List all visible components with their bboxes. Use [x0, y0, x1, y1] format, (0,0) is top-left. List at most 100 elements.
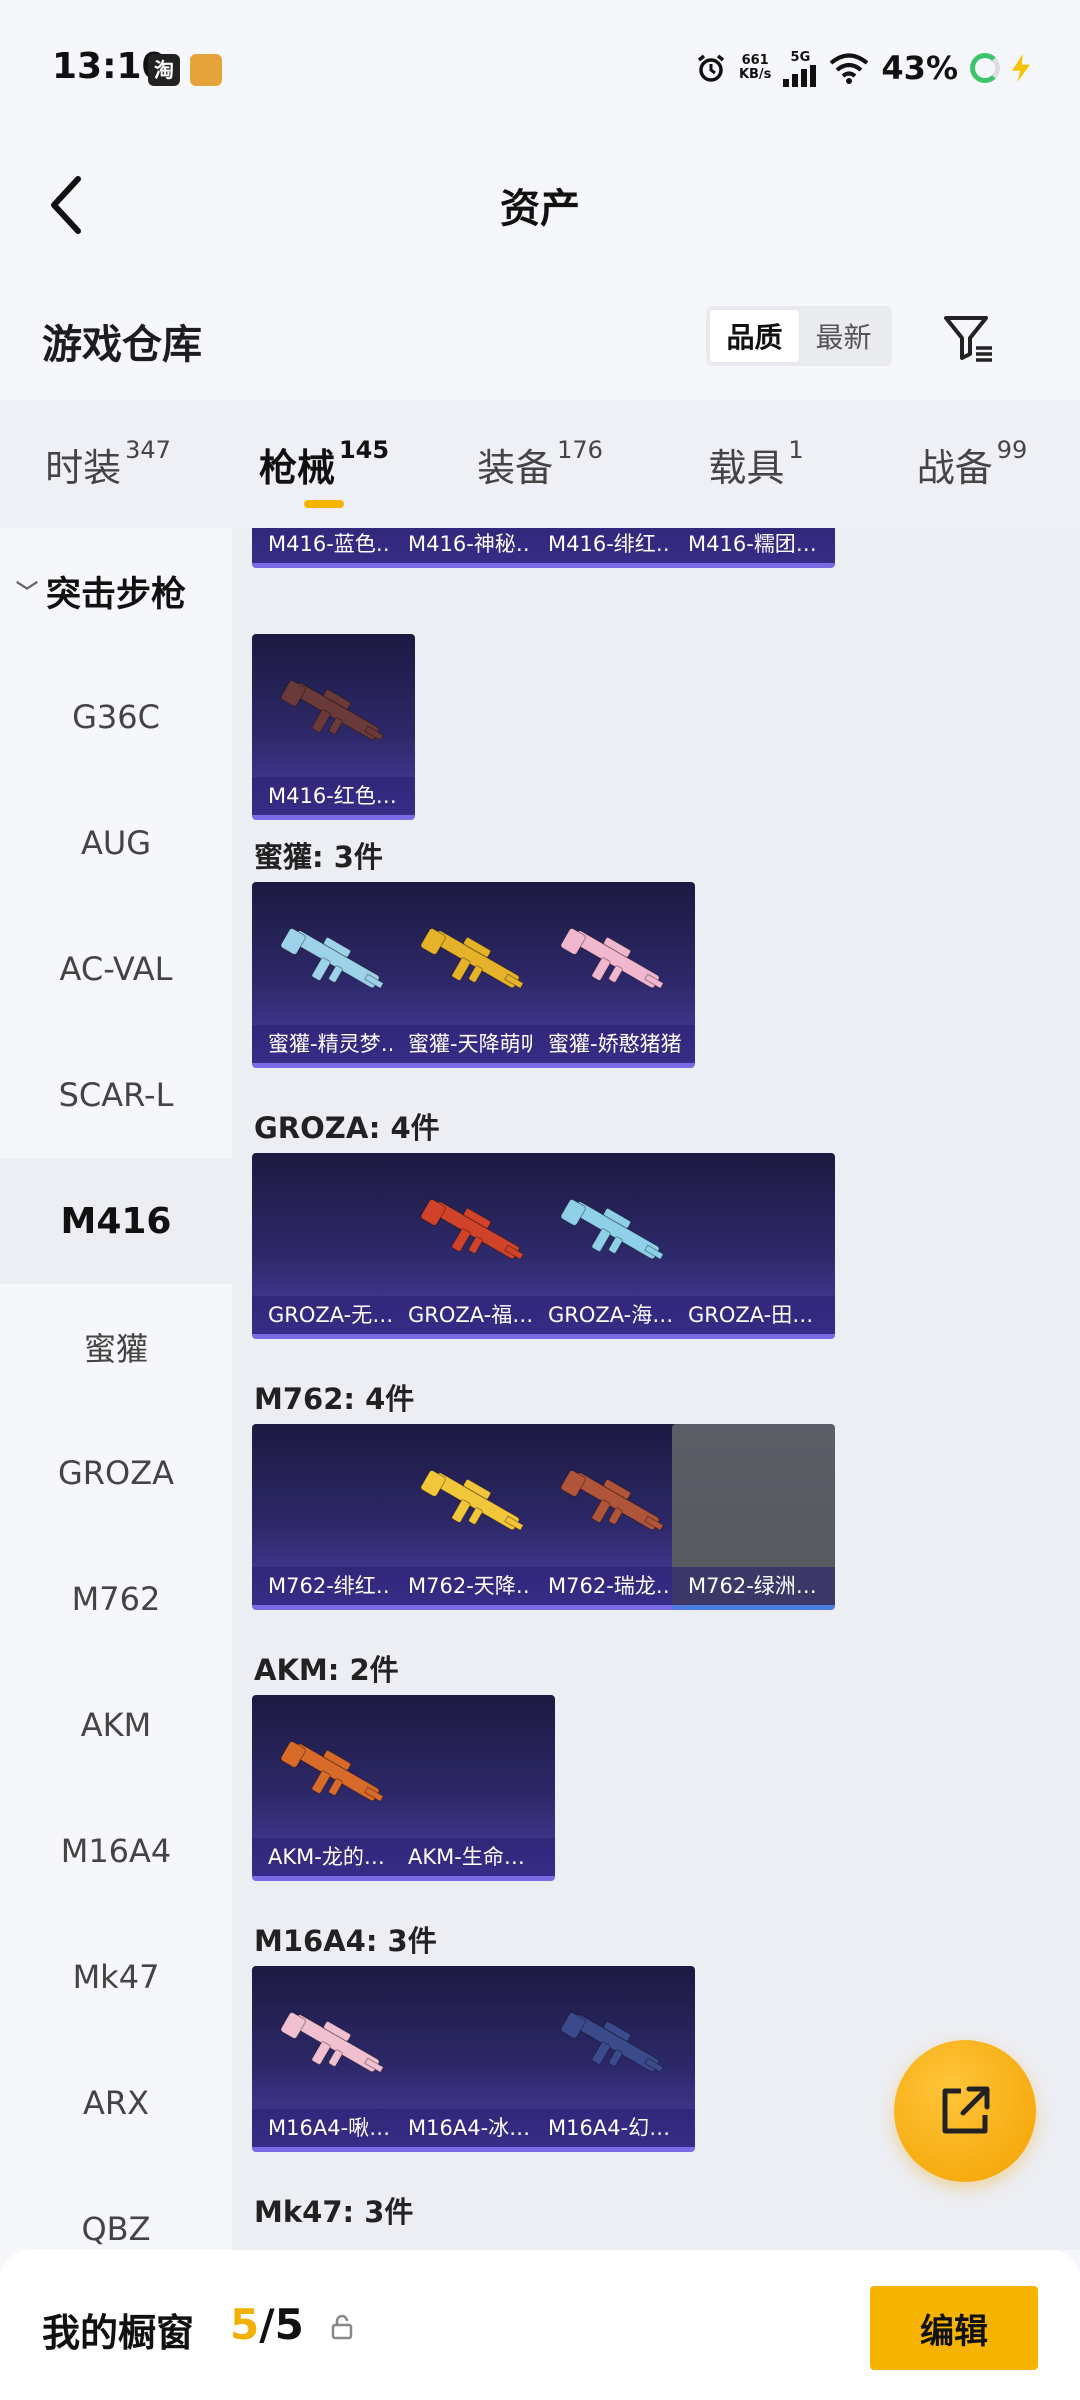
weapon-card[interactable]: AKM-龙的… — [252, 1695, 415, 1881]
weapon-card[interactable]: GROZA-福… — [392, 1153, 555, 1339]
taobao-app-icon: 淘 — [148, 54, 180, 86]
tab-weapons[interactable]: 枪械 145 — [216, 400, 432, 528]
section-heading: 蜜獾: 3件 — [254, 840, 383, 874]
gun-skin-icon — [280, 1741, 385, 1803]
warehouse-header: 游戏仓库 品质 最新 — [0, 270, 1080, 400]
weapon-grid: M416-蓝色… M416-神秘… M416-绯红… M416-糯团… M416-红色…… — [232, 528, 1080, 2250]
chevron-down-icon: ﹀ — [16, 581, 39, 606]
sidebar-item[interactable]: AUG — [0, 780, 232, 906]
section-heading: Mk47: 3件 — [254, 2195, 414, 2229]
sidebar-item[interactable]: QBZ — [0, 2166, 232, 2250]
sort-quality-button[interactable]: 品质 — [710, 310, 799, 362]
gun-skin-icon — [420, 1470, 525, 1532]
sidebar-item[interactable]: Mk47 — [0, 1914, 232, 2040]
weapon-card-label: M762-瑞龙… — [532, 1567, 695, 1605]
weapon-card[interactable]: M416-蓝色… — [252, 528, 415, 568]
battery-percent: 43% — [881, 49, 958, 87]
weapon-card-label: M416-红色… — [252, 777, 415, 815]
alarm-icon — [697, 54, 725, 82]
filter-button[interactable] — [940, 310, 996, 366]
sidebar-group-label: 突击步枪 — [46, 574, 187, 615]
weapon-card-label: AKM-龙的… — [252, 1838, 415, 1876]
section-heading: M762: 4件 — [254, 1382, 415, 1416]
sidebar-item[interactable]: M762 — [0, 1536, 232, 1662]
weapon-card[interactable]: GROZA-田… — [672, 1153, 835, 1339]
status-bar: 13:10 淘 661 KB/s 5G 43% — [0, 0, 1080, 140]
weapon-card[interactable]: 蜜獾-天降萌叽 — [392, 882, 555, 1068]
weapon-sidebar: ﹀ 突击步枪 G36C AUG AC-VAL SCAR-L M416 蜜獾 GROZA M76… — [0, 528, 232, 2250]
sort-toggle: 品质 最新 — [706, 306, 892, 366]
weapon-card-label: GROZA-田… — [672, 1296, 835, 1334]
gun-skin-icon — [420, 1199, 525, 1261]
weapon-card[interactable]: M416-糯团… — [672, 528, 835, 568]
weapon-card[interactable]: M762-天降… — [392, 1424, 555, 1610]
signal-icon — [783, 64, 817, 87]
weapon-card[interactable]: GROZA-无… — [252, 1153, 415, 1339]
weapon-card[interactable]: AKM-生命… — [392, 1695, 555, 1881]
wifi-icon — [830, 53, 869, 84]
net-speed-unit: KB/s — [738, 67, 772, 82]
weapon-card-label: M416-神秘… — [392, 528, 555, 563]
section-heading: GROZA: 4件 — [254, 1111, 440, 1145]
sidebar-item[interactable]: G36C — [0, 654, 232, 780]
tab-count: 1 — [788, 436, 804, 464]
sidebar-group-assault-rifles[interactable]: ﹀ 突击步枪 — [0, 528, 232, 654]
weapon-card-label: M16A4-幻… — [532, 2109, 695, 2147]
battery-ring-icon — [970, 53, 1000, 83]
showcase-bar: 我的橱窗 5/5 编辑 — [0, 2250, 1080, 2400]
weapon-card-label: M762-绿洲… — [672, 1567, 835, 1605]
tab-outfits[interactable]: 时装 347 — [0, 400, 216, 528]
tab-count: 347 — [125, 436, 171, 464]
weapon-card[interactable]: M16A4-冰… — [392, 1966, 555, 2152]
weapon-card[interactable]: M16A4-啾… — [252, 1966, 415, 2152]
weapon-card-label: M416-绯红… — [532, 528, 695, 563]
tab-equipment[interactable]: 装备 176 — [432, 400, 648, 528]
edit-button[interactable]: 编辑 — [870, 2286, 1038, 2370]
weapon-card[interactable]: 蜜獾-娇憨猪猪 — [532, 882, 695, 1068]
lock-icon — [331, 2314, 353, 2340]
gun-skin-icon — [280, 2012, 385, 2074]
weapon-card[interactable]: M762-瑞龙… — [532, 1424, 695, 1610]
net-speed-value: 661 — [741, 53, 769, 68]
warehouse-title: 游戏仓库 — [42, 322, 202, 368]
sort-newest-button[interactable]: 最新 — [799, 310, 888, 362]
sidebar-item[interactable]: AC-VAL — [0, 906, 232, 1032]
sidebar-item[interactable]: M416 — [0, 1158, 232, 1284]
tab-vehicles[interactable]: 载具 1 — [648, 400, 864, 528]
charging-icon — [1012, 54, 1030, 82]
weapon-card-label: GROZA-无… — [252, 1296, 415, 1334]
weapon-card-label: M416-蓝色… — [252, 528, 415, 563]
sidebar-item[interactable]: M16A4 — [0, 1788, 232, 1914]
weapon-card[interactable]: M416-绯红… — [532, 528, 695, 568]
app-bar: 资产 — [0, 140, 1080, 270]
weapon-card[interactable]: GROZA-海… — [532, 1153, 695, 1339]
tab-label: 战备 — [916, 445, 993, 490]
tab-label: 时装 — [45, 445, 122, 490]
tab-supplies[interactable]: 战备 99 — [864, 400, 1080, 528]
weapon-card[interactable]: M762-绯红… — [252, 1424, 415, 1610]
sidebar-item[interactable]: GROZA — [0, 1410, 232, 1536]
gun-skin-icon — [560, 1470, 665, 1532]
gun-skin-icon — [560, 2012, 665, 2074]
page-title: 资产 — [500, 186, 580, 232]
gun-skin-icon — [560, 1199, 665, 1261]
section-heading: AKM: 2件 — [254, 1653, 399, 1687]
weapon-card[interactable]: M416-红色… — [252, 634, 415, 820]
showcase-slots: 5/5 — [230, 2300, 304, 2349]
weapon-card-label: M416-糯团… — [672, 528, 835, 563]
weapon-card-label: M16A4-啾… — [252, 2109, 415, 2147]
sidebar-item[interactable]: ARX — [0, 2040, 232, 2166]
net-speed: 661 KB/s — [739, 54, 771, 82]
weapon-card[interactable]: 蜜獾-精灵梦… — [252, 882, 415, 1068]
weapon-card[interactable]: M416-神秘… — [392, 528, 555, 568]
status-icons: 661 KB/s 5G 43% — [695, 44, 1030, 92]
sidebar-item[interactable]: SCAR-L — [0, 1032, 232, 1158]
sidebar-item[interactable]: 蜜獾 — [0, 1284, 232, 1410]
sidebar-items: G36C AUG AC-VAL SCAR-L M416 蜜獾 GROZA M762 AKM M16… — [0, 654, 232, 2250]
share-button[interactable] — [894, 2040, 1036, 2182]
gun-skin-icon — [280, 928, 385, 990]
weapon-card[interactable]: M16A4-幻… — [532, 1966, 695, 2152]
weapon-card-label: M16A4-冰… — [392, 2109, 555, 2147]
sidebar-item[interactable]: AKM — [0, 1662, 232, 1788]
weapon-card[interactable]: M762-绿洲… — [672, 1424, 835, 1610]
